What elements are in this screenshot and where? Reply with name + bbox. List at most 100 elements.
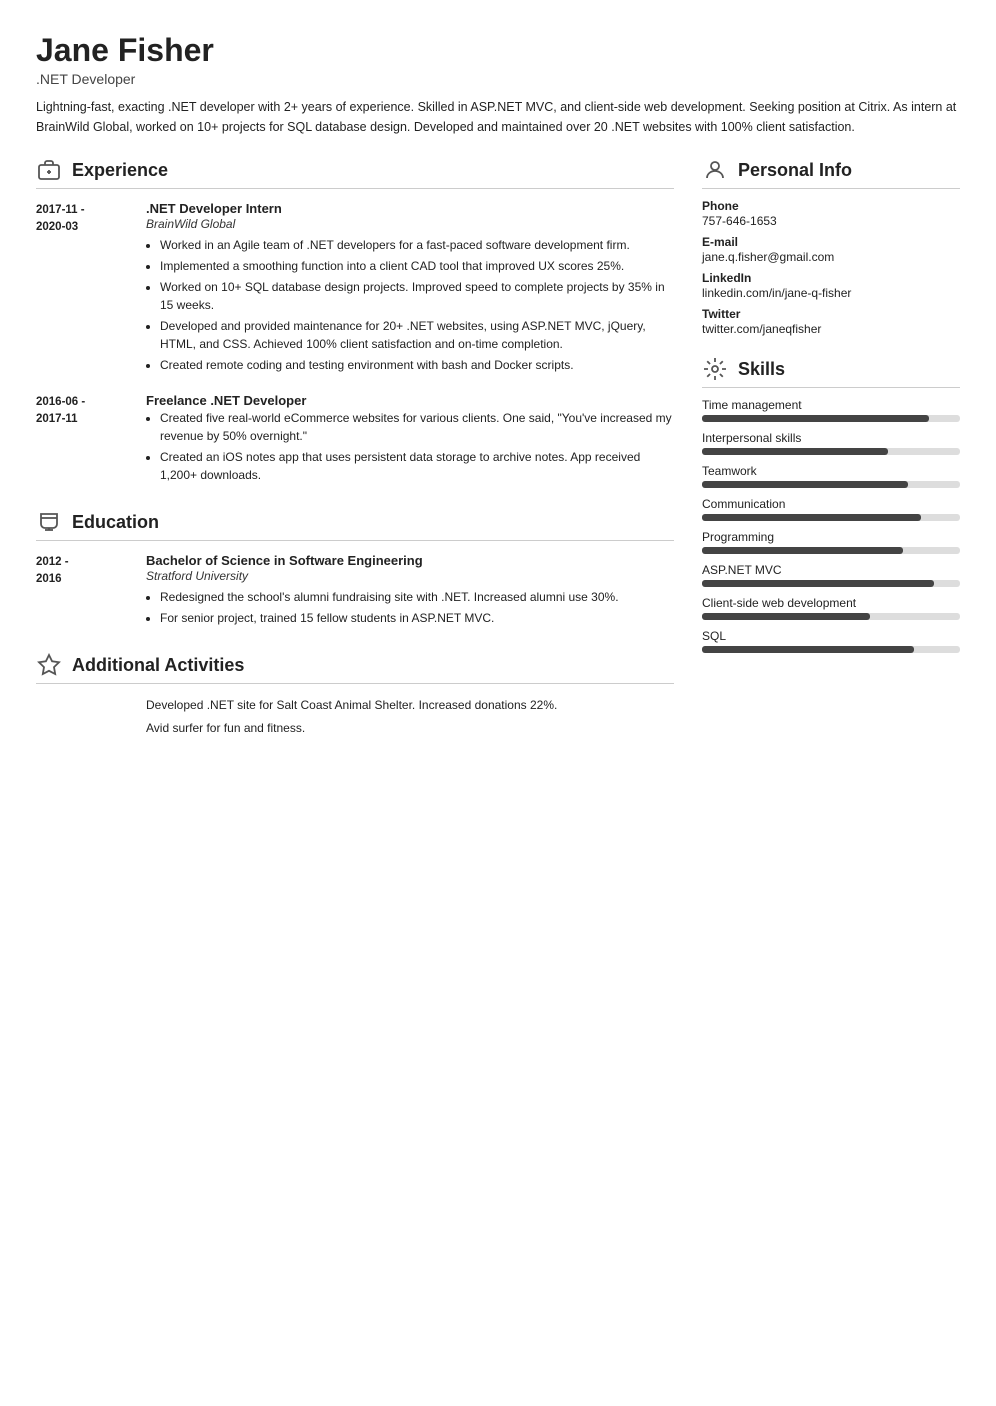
bullet: Implemented a smoothing function into a … bbox=[160, 257, 674, 275]
skill-bar-bg-0 bbox=[702, 415, 960, 422]
skill-bar-fill-1 bbox=[702, 448, 888, 455]
skill-bar-bg-2 bbox=[702, 481, 960, 488]
bullet: Developed and provided maintenance for 2… bbox=[160, 317, 674, 353]
activities-icon bbox=[36, 652, 62, 678]
resume-body: Experience 2017-11 - 2020-03 .NET Develo… bbox=[36, 157, 960, 760]
phone-label: Phone bbox=[702, 199, 960, 213]
bullet: Created remote coding and testing enviro… bbox=[160, 356, 674, 374]
skill-item-6: Client-side web development bbox=[702, 596, 960, 620]
skill-item-0: Time management bbox=[702, 398, 960, 422]
education-section: Education 2012 - 2016 Bachelor of Scienc… bbox=[36, 509, 674, 630]
bullet: For senior project, trained 15 fellow st… bbox=[160, 609, 674, 627]
edu-degree: Bachelor of Science in Software Engineer… bbox=[146, 553, 674, 568]
personal-info-fields: Phone 757-646-1653 E-mail jane.q.fisher@… bbox=[702, 199, 960, 336]
entry-2-content: Freelance .NET Developer Created five re… bbox=[146, 393, 674, 487]
skill-name-0: Time management bbox=[702, 398, 960, 412]
skill-item-7: SQL bbox=[702, 629, 960, 653]
entry-2-bullets: Created five real-world eCommerce websit… bbox=[146, 409, 674, 484]
education-section-header: Education bbox=[36, 509, 674, 541]
edu-school: Stratford University bbox=[146, 569, 674, 583]
skill-bar-fill-6 bbox=[702, 613, 870, 620]
skill-bar-bg-1 bbox=[702, 448, 960, 455]
bullet: Redesigned the school's alumni fundraisi… bbox=[160, 588, 674, 606]
entry-1-bullets: Worked in an Agile team of .NET develope… bbox=[146, 236, 674, 374]
entry-1-dates: 2017-11 - 2020-03 bbox=[36, 201, 146, 377]
activity-2: Avid surfer for fun and fitness. bbox=[146, 719, 674, 738]
candidate-summary: Lightning-fast, exacting .NET developer … bbox=[36, 97, 960, 137]
bullet: Created five real-world eCommerce websit… bbox=[160, 409, 674, 445]
email-label: E-mail bbox=[702, 235, 960, 249]
bullet: Worked on 10+ SQL database design projec… bbox=[160, 278, 674, 314]
twitter-label: Twitter bbox=[702, 307, 960, 321]
info-twitter: Twitter twitter.com/janeqfisher bbox=[702, 307, 960, 336]
main-column: Experience 2017-11 - 2020-03 .NET Develo… bbox=[36, 157, 674, 760]
entry-1-title: .NET Developer Intern bbox=[146, 201, 674, 216]
education-icon bbox=[36, 509, 62, 535]
entry-2-dates: 2016-06 - 2017-11 bbox=[36, 393, 146, 487]
skill-item-3: Communication bbox=[702, 497, 960, 521]
skill-name-5: ASP.NET MVC bbox=[702, 563, 960, 577]
experience-section-header: Experience bbox=[36, 157, 674, 189]
skill-item-2: Teamwork bbox=[702, 464, 960, 488]
education-entry-1: 2012 - 2016 Bachelor of Science in Softw… bbox=[36, 553, 674, 630]
entry-1-content: .NET Developer Intern BrainWild Global W… bbox=[146, 201, 674, 377]
skills-header: Skills bbox=[702, 356, 960, 388]
info-linkedin: LinkedIn linkedin.com/in/jane-q-fisher bbox=[702, 271, 960, 300]
candidate-name: Jane Fisher bbox=[36, 32, 960, 69]
skill-bar-fill-7 bbox=[702, 646, 914, 653]
skill-name-2: Teamwork bbox=[702, 464, 960, 478]
skill-bar-fill-4 bbox=[702, 547, 903, 554]
linkedin-label: LinkedIn bbox=[702, 271, 960, 285]
skill-item-4: Programming bbox=[702, 530, 960, 554]
activities-section-header: Additional Activities bbox=[36, 652, 674, 684]
skills-list: Time management Interpersonal skills Tea… bbox=[702, 398, 960, 653]
activities-title: Additional Activities bbox=[72, 655, 244, 676]
skill-bar-bg-6 bbox=[702, 613, 960, 620]
experience-section: Experience 2017-11 - 2020-03 .NET Develo… bbox=[36, 157, 674, 487]
side-column: Personal Info Phone 757-646-1653 E-mail … bbox=[702, 157, 960, 760]
twitter-value: twitter.com/janeqfisher bbox=[702, 322, 960, 336]
skill-bar-fill-5 bbox=[702, 580, 934, 587]
skill-bar-bg-3 bbox=[702, 514, 960, 521]
experience-entry-1: 2017-11 - 2020-03 .NET Developer Intern … bbox=[36, 201, 674, 377]
edu-content: Bachelor of Science in Software Engineer… bbox=[146, 553, 674, 630]
experience-entry-2: 2016-06 - 2017-11 Freelance .NET Develop… bbox=[36, 393, 674, 487]
edu-dates: 2012 - 2016 bbox=[36, 553, 146, 630]
skill-bar-fill-3 bbox=[702, 514, 921, 521]
info-email: E-mail jane.q.fisher@gmail.com bbox=[702, 235, 960, 264]
skills-title: Skills bbox=[738, 359, 785, 380]
experience-icon bbox=[36, 157, 62, 183]
skills-section: Skills Time management Interpersonal ski… bbox=[702, 356, 960, 653]
entry-1-company: BrainWild Global bbox=[146, 217, 674, 231]
phone-value: 757-646-1653 bbox=[702, 214, 960, 228]
info-phone: Phone 757-646-1653 bbox=[702, 199, 960, 228]
personal-info-icon bbox=[702, 157, 728, 183]
skill-item-5: ASP.NET MVC bbox=[702, 563, 960, 587]
edu-bullets: Redesigned the school's alumni fundraisi… bbox=[146, 588, 674, 627]
skill-bar-bg-4 bbox=[702, 547, 960, 554]
skill-item-1: Interpersonal skills bbox=[702, 431, 960, 455]
skill-name-7: SQL bbox=[702, 629, 960, 643]
email-value: jane.q.fisher@gmail.com bbox=[702, 250, 960, 264]
bullet: Worked in an Agile team of .NET develope… bbox=[160, 236, 674, 254]
personal-info-title: Personal Info bbox=[738, 160, 852, 181]
skill-bar-fill-0 bbox=[702, 415, 929, 422]
skill-name-4: Programming bbox=[702, 530, 960, 544]
skill-name-3: Communication bbox=[702, 497, 960, 511]
skills-icon bbox=[702, 356, 728, 382]
activity-1: Developed .NET site for Salt Coast Anima… bbox=[146, 696, 674, 715]
skill-name-6: Client-side web development bbox=[702, 596, 960, 610]
candidate-title: .NET Developer bbox=[36, 71, 960, 87]
skill-bar-bg-7 bbox=[702, 646, 960, 653]
bullet: Created an iOS notes app that uses persi… bbox=[160, 448, 674, 484]
experience-title: Experience bbox=[72, 160, 168, 181]
personal-info-header: Personal Info bbox=[702, 157, 960, 189]
activities-section: Additional Activities Developed .NET sit… bbox=[36, 652, 674, 738]
linkedin-value: linkedin.com/in/jane-q-fisher bbox=[702, 286, 960, 300]
education-title: Education bbox=[72, 512, 159, 533]
skill-bar-bg-5 bbox=[702, 580, 960, 587]
resume-header: Jane Fisher .NET Developer Lightning-fas… bbox=[36, 32, 960, 137]
activities-content: Developed .NET site for Salt Coast Anima… bbox=[36, 696, 674, 738]
skill-bar-fill-2 bbox=[702, 481, 908, 488]
skill-name-1: Interpersonal skills bbox=[702, 431, 960, 445]
